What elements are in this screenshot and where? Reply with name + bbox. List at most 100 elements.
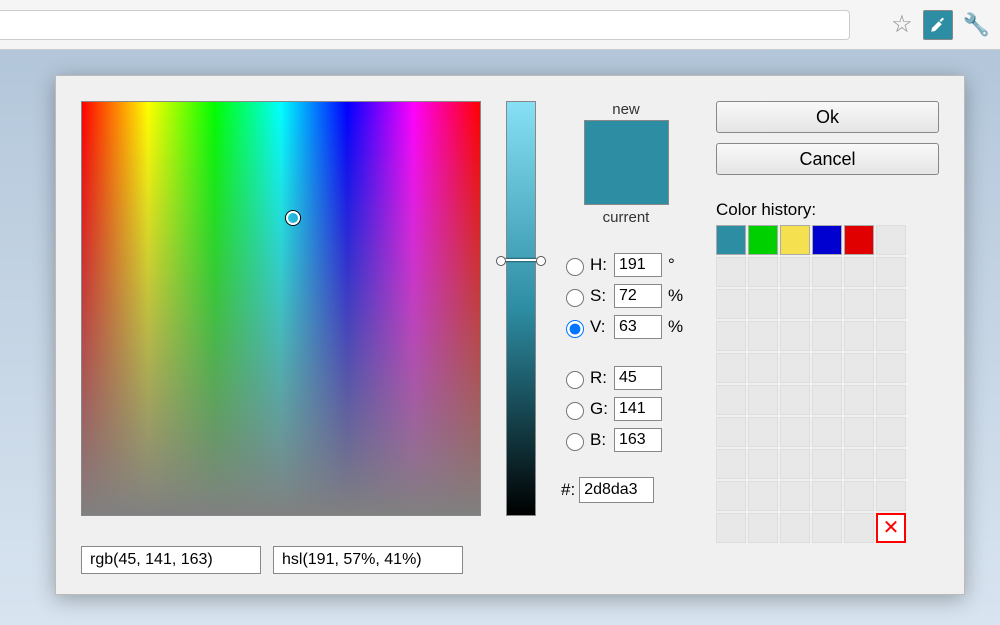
history-empty-cell[interactable] — [844, 385, 874, 415]
rgb-output[interactable] — [81, 546, 261, 574]
history-empty-cell[interactable] — [844, 417, 874, 447]
history-empty-cell[interactable] — [780, 289, 810, 319]
v-radio[interactable] — [566, 320, 584, 338]
history-empty-cell[interactable] — [876, 321, 906, 351]
history-empty-cell[interactable] — [748, 513, 778, 543]
history-empty-cell[interactable] — [780, 257, 810, 287]
history-empty-cell[interactable] — [812, 321, 842, 351]
history-empty-cell[interactable] — [780, 321, 810, 351]
history-empty-cell[interactable] — [844, 257, 874, 287]
history-empty-cell[interactable] — [780, 481, 810, 511]
history-empty-cell[interactable] — [812, 257, 842, 287]
value-strip-slider[interactable] — [500, 259, 542, 261]
history-empty-cell[interactable] — [716, 257, 746, 287]
history-empty-cell[interactable] — [812, 481, 842, 511]
value-strip[interactable] — [506, 101, 536, 516]
g-input[interactable] — [614, 397, 662, 421]
history-empty-cell[interactable] — [812, 353, 842, 383]
history-empty-cell[interactable] — [844, 353, 874, 383]
g-radio[interactable] — [566, 402, 584, 420]
history-empty-cell[interactable] — [876, 353, 906, 383]
history-empty-cell[interactable] — [716, 481, 746, 511]
history-empty-cell[interactable] — [844, 321, 874, 351]
history-empty-cell[interactable] — [748, 289, 778, 319]
color-field-cursor[interactable] — [286, 211, 300, 225]
history-swatch[interactable] — [716, 225, 746, 255]
history-empty-cell[interactable] — [876, 289, 906, 319]
history-empty-cell[interactable] — [748, 321, 778, 351]
history-empty-cell[interactable] — [716, 417, 746, 447]
eyedropper-extension-icon[interactable] — [923, 10, 953, 40]
v-input[interactable] — [614, 315, 662, 339]
history-empty-cell[interactable] — [812, 289, 842, 319]
history-empty-cell[interactable] — [716, 385, 746, 415]
r-radio[interactable] — [566, 371, 584, 389]
history-empty-cell[interactable] — [876, 225, 906, 255]
r-input[interactable] — [614, 366, 662, 390]
b-input[interactable] — [614, 428, 662, 452]
history-empty-cell[interactable] — [812, 449, 842, 479]
current-label: current — [603, 209, 650, 226]
history-empty-cell[interactable] — [716, 353, 746, 383]
history-clear-button[interactable]: ✕ — [876, 513, 906, 543]
color-picker-dialog: new current H: ° S: % V: — [55, 75, 965, 595]
bookmark-star-icon[interactable]: ☆ — [891, 10, 913, 39]
history-empty-cell[interactable] — [716, 449, 746, 479]
wrench-icon[interactable]: 🔧 — [963, 12, 990, 38]
cancel-button[interactable]: Cancel — [716, 143, 939, 175]
hsl-output[interactable] — [273, 546, 463, 574]
history-empty-cell[interactable] — [780, 353, 810, 383]
history-empty-cell[interactable] — [716, 513, 746, 543]
history-empty-cell[interactable] — [748, 449, 778, 479]
history-empty-cell[interactable] — [748, 353, 778, 383]
history-empty-cell[interactable] — [844, 513, 874, 543]
history-swatch[interactable] — [780, 225, 810, 255]
history-empty-cell[interactable] — [780, 385, 810, 415]
history-empty-cell[interactable] — [716, 321, 746, 351]
percent-unit-v: % — [668, 317, 683, 337]
s-radio[interactable] — [566, 289, 584, 307]
history-empty-cell[interactable] — [812, 417, 842, 447]
history-empty-cell[interactable] — [780, 513, 810, 543]
b-radio[interactable] — [566, 433, 584, 451]
b-row: B: — [561, 428, 691, 452]
history-swatch[interactable] — [844, 225, 874, 255]
hex-label: #: — [561, 480, 575, 500]
history-empty-cell[interactable] — [844, 449, 874, 479]
history-empty-cell[interactable] — [876, 417, 906, 447]
r-label: R: — [590, 368, 614, 388]
color-field[interactable] — [81, 101, 481, 516]
h-label: H: — [590, 255, 614, 275]
degree-unit: ° — [668, 255, 675, 275]
history-empty-cell[interactable] — [844, 289, 874, 319]
history-empty-cell[interactable] — [812, 513, 842, 543]
v-row: V: % — [561, 315, 691, 339]
history-empty-cell[interactable] — [780, 417, 810, 447]
history-swatch[interactable] — [748, 225, 778, 255]
history-empty-cell[interactable] — [844, 481, 874, 511]
history-empty-cell[interactable] — [876, 449, 906, 479]
history-swatch[interactable] — [812, 225, 842, 255]
history-empty-cell[interactable] — [748, 417, 778, 447]
s-row: S: % — [561, 284, 691, 308]
right-column: Ok Cancel Color history: ✕ — [716, 101, 939, 543]
history-empty-cell[interactable] — [876, 481, 906, 511]
history-empty-cell[interactable] — [876, 257, 906, 287]
ok-button[interactable]: Ok — [716, 101, 939, 133]
h-radio[interactable] — [566, 258, 584, 276]
history-empty-cell[interactable] — [748, 385, 778, 415]
history-empty-cell[interactable] — [876, 385, 906, 415]
history-empty-cell[interactable] — [748, 481, 778, 511]
r-row: R: — [561, 366, 691, 390]
history-empty-cell[interactable] — [812, 385, 842, 415]
history-empty-cell[interactable] — [780, 449, 810, 479]
new-label: new — [612, 101, 640, 118]
browser-toolbar: ☆ 🔧 — [0, 0, 1000, 50]
history-empty-cell[interactable] — [716, 289, 746, 319]
s-input[interactable] — [614, 284, 662, 308]
hex-input[interactable] — [579, 477, 654, 503]
h-input[interactable] — [614, 253, 662, 277]
history-empty-cell[interactable] — [748, 257, 778, 287]
history-grid: ✕ — [716, 225, 939, 543]
url-bar[interactable] — [0, 10, 850, 40]
